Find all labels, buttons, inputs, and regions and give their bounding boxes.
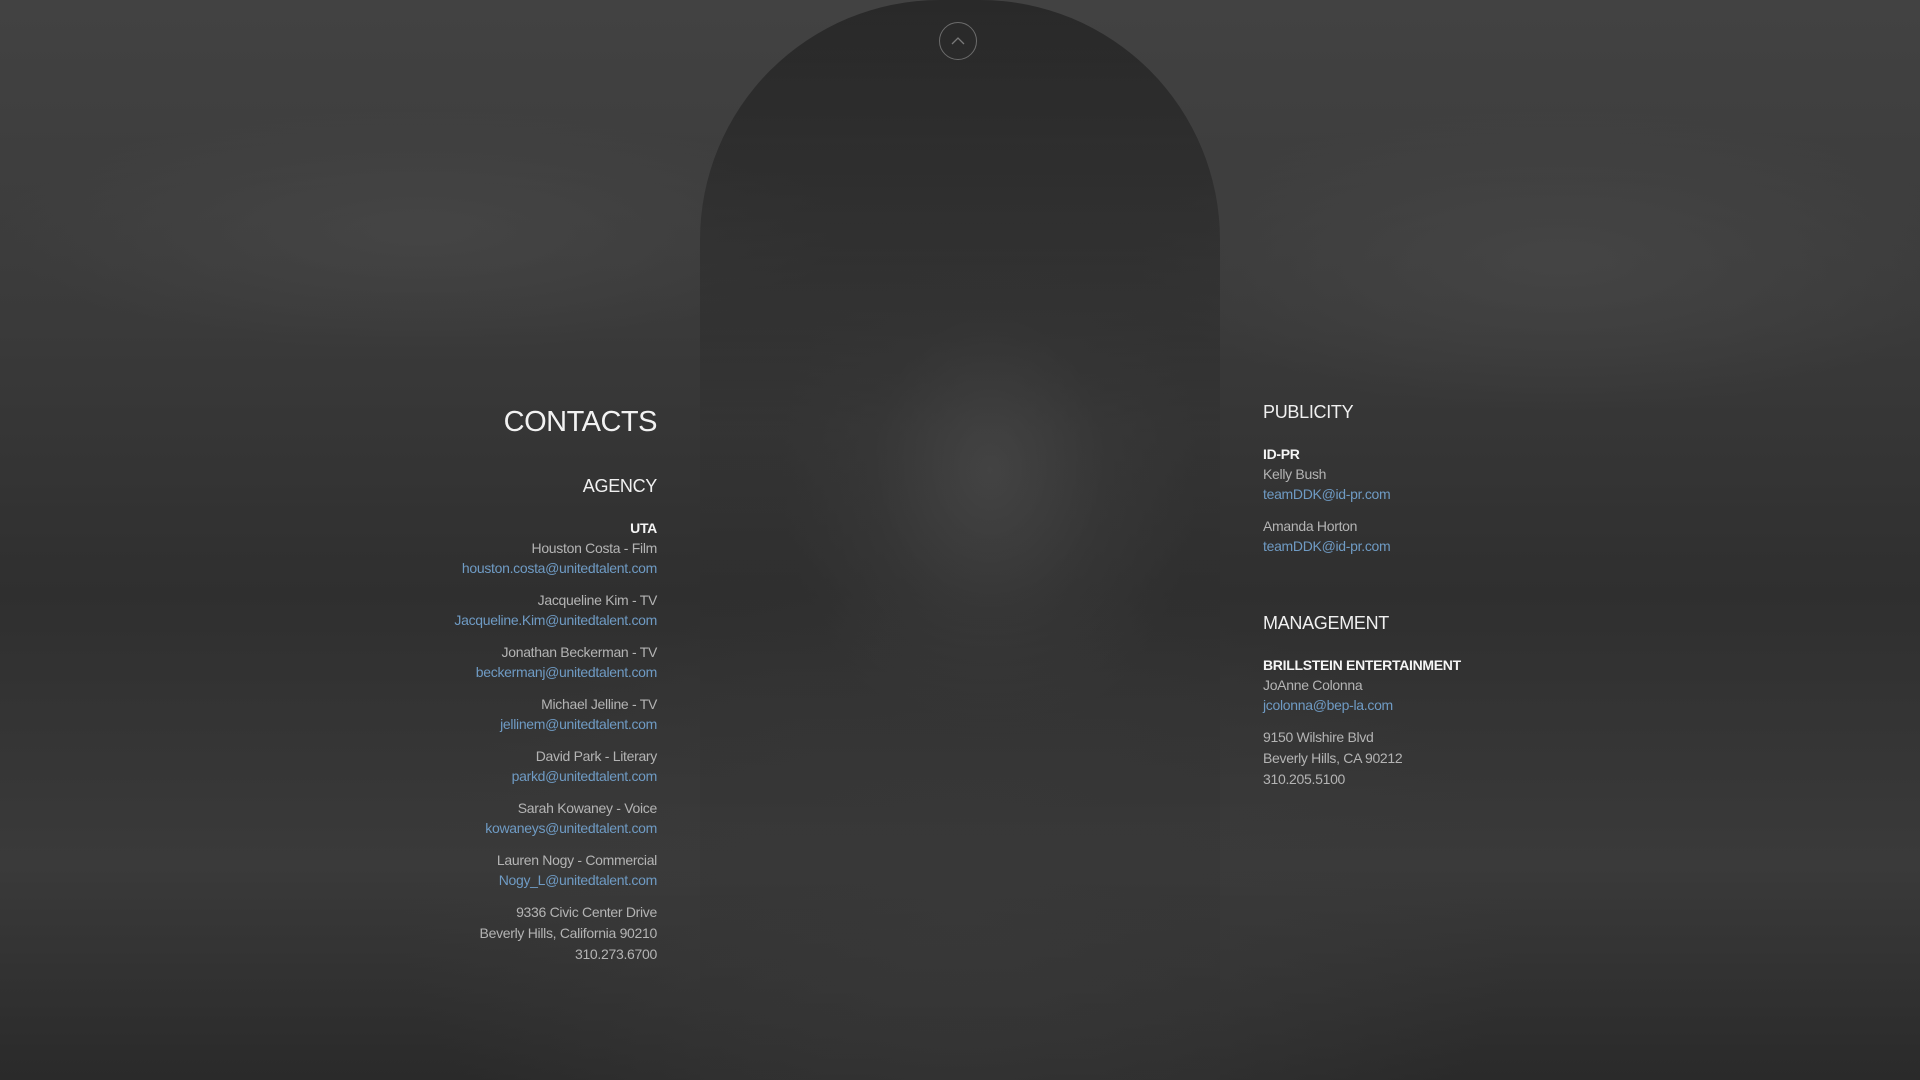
contact-name: Jacqueline Kim - TV (537, 592, 658, 608)
agency-contact: Jonathan Beckerman - TV beckermanj@unite… (337, 642, 658, 683)
contact-email-link[interactable]: jcolonna@bep-la.com (1263, 695, 1623, 716)
contact-email-link[interactable]: kowaneys@unitedtalent.com (337, 818, 657, 839)
phone-number: 310.273.6700 (574, 946, 657, 962)
agency-company: UTA (630, 520, 657, 536)
contact-email-link[interactable]: Nogy_L@unitedtalent.com (337, 870, 658, 891)
background-figure-shade (700, 0, 1220, 1080)
contact-email-link[interactable]: teamDDK@id-pr.com (1263, 536, 1623, 557)
publicity-company: ID-PR (1263, 446, 1300, 462)
management-heading: MANAGEMENT (1263, 613, 1390, 633)
contact-email-link[interactable]: parkd@unitedtalent.com (337, 766, 658, 787)
contact-email-link[interactable]: houston.costa@unitedtalent.com (337, 558, 657, 579)
address-line: Beverly Hills, California 90210 (479, 925, 658, 941)
agency-address: 9336 Civic Center Drive Beverly Hills, C… (337, 902, 658, 965)
agency-contact: David Park - Literary parkd@unitedtalent… (337, 746, 658, 787)
management-contact: JoAnne Colonna jcolonna@bep-la.com (1263, 675, 1623, 716)
chevron-up-icon (950, 36, 966, 46)
agency-contact: Lauren Nogy - Commercial Nogy_L@unitedta… (337, 850, 657, 891)
phone-number: 310.205.5100 (1263, 771, 1346, 787)
agency-heading: AGENCY (582, 476, 658, 496)
publicity-contact: Kelly Bush teamDDK@id-pr.com (1263, 464, 1623, 505)
agency-contact: Houston Costa - Film houston.costa@unite… (337, 538, 657, 579)
address-line: 9150 Wilshire Blvd (1263, 729, 1374, 745)
contact-name: Amanda Horton (1263, 518, 1358, 534)
publicity-heading: PUBLICITY (1263, 402, 1354, 422)
contact-name: Jonathan Beckerman - TV (501, 644, 658, 660)
agency-contact: Jacqueline Kim - TV Jacqueline.Kim@unite… (337, 590, 657, 631)
management-address: 9150 Wilshire Blvd Beverly Hills, CA 902… (1263, 727, 1623, 790)
contact-email-link[interactable]: teamDDK@id-pr.com (1263, 484, 1623, 505)
contact-name: David Park - Literary (535, 748, 658, 764)
contact-name: Sarah Kowaney - Voice (517, 800, 658, 816)
publicity-management-column: PUBLICITY ID-PR Kelly Bush teamDDK@id-pr… (1263, 400, 1623, 790)
contact-email-link[interactable]: jellinem@unitedtalent.com (337, 714, 657, 735)
agency-contact: Sarah Kowaney - Voice kowaneys@unitedtal… (337, 798, 657, 839)
agency-column: CONTACTS AGENCY UTA Houston Costa - Film… (337, 400, 657, 965)
contact-name: Houston Costa - Film (531, 540, 658, 556)
address-line: 9336 Civic Center Drive (516, 904, 657, 920)
publicity-contact: Amanda Horton teamDDK@id-pr.com (1263, 516, 1623, 557)
page-title: CONTACTS (503, 406, 658, 438)
contact-email-link[interactable]: beckermanj@unitedtalent.com (337, 662, 658, 683)
agency-contact: Michael Jelline - TV jellinem@unitedtale… (337, 694, 657, 735)
contact-name: Kelly Bush (1263, 466, 1327, 482)
contact-name: Michael Jelline - TV (541, 696, 657, 712)
address-line: Beverly Hills, CA 90212 (1263, 750, 1403, 766)
contact-name: JoAnne Colonna (1263, 677, 1363, 693)
contact-name: Lauren Nogy - Commercial (496, 852, 657, 868)
management-company: BRILLSTEIN ENTERTAINMENT (1263, 657, 1461, 673)
contact-email-link[interactable]: Jacqueline.Kim@unitedtalent.com (337, 610, 657, 631)
scroll-to-top-button[interactable] (939, 22, 977, 60)
